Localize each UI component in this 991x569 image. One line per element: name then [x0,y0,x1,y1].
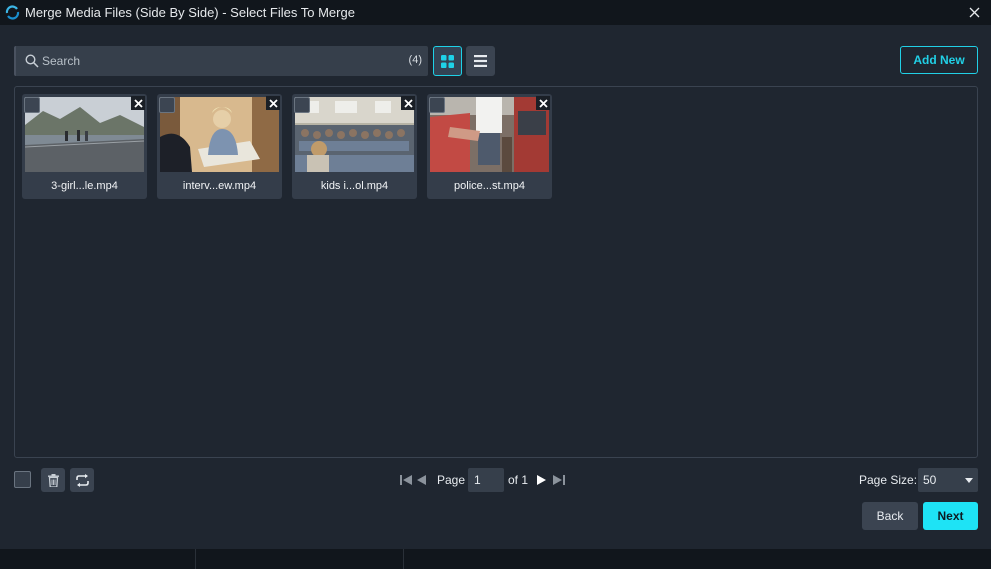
first-page-icon[interactable] [400,468,414,492]
file-checkbox[interactable] [24,97,40,113]
file-tile[interactable]: kids i...ol.mp4 [292,94,417,199]
refresh-button[interactable] [70,468,94,492]
video-thumbnail [160,97,279,172]
title-bar: Merge Media Files (Side By Side) - Selec… [0,0,991,25]
app-logo-icon [5,5,20,20]
video-thumbnail [295,97,414,172]
page-size-value: 50 [923,473,937,487]
video-thumbnail [25,97,144,172]
page-number-input[interactable] [468,468,504,492]
file-tile[interactable]: interv...ew.mp4 [157,94,282,199]
search-icon [25,54,39,68]
status-divider [195,549,196,569]
next-page-icon[interactable] [536,468,550,492]
status-bar [0,549,991,569]
file-name: kids i...ol.mp4 [320,180,389,192]
file-tile[interactable]: police...st.mp4 [427,94,552,199]
status-divider [403,549,404,569]
refresh-icon [75,473,89,487]
chevron-down-icon [965,478,973,483]
file-name: 3-girl...le.mp4 [51,180,118,192]
list-view-button[interactable] [466,46,495,76]
file-grid: 3-girl...le.mp4 interv...ew.mp4 kids i..… [14,86,978,458]
file-checkbox[interactable] [429,97,445,113]
file-name: interv...ew.mp4 [182,180,257,192]
previous-page-icon[interactable] [416,468,430,492]
select-all-checkbox[interactable] [14,471,31,488]
remove-file-icon[interactable] [131,96,145,110]
search-box: (4) [14,46,428,76]
delete-button[interactable] [41,468,65,492]
add-new-button[interactable]: Add New [900,46,978,74]
list-icon [474,55,487,67]
video-thumbnail [430,97,549,172]
remove-file-icon[interactable] [401,96,415,110]
page-size-select[interactable]: 50 [918,468,978,492]
file-tile[interactable]: 3-girl...le.mp4 [22,94,147,199]
file-name: police...st.mp4 [454,180,525,192]
back-button[interactable]: Back [862,502,918,530]
file-checkbox[interactable] [159,97,175,113]
page-label: Page [437,473,466,487]
trash-icon [47,473,59,487]
result-count: (4) [408,54,422,66]
close-icon[interactable] [965,3,983,21]
remove-file-icon[interactable] [536,96,550,110]
grid-view-button[interactable] [433,46,462,76]
next-button[interactable]: Next [923,502,978,530]
page-size-label: Page Size: [859,473,918,487]
grid-icon [441,54,454,68]
file-checkbox[interactable] [294,97,310,113]
remove-file-icon[interactable] [266,96,280,110]
page-total: of 1 [508,473,529,487]
last-page-icon[interactable] [552,468,566,492]
search-input[interactable] [42,46,402,76]
window-title: Merge Media Files (Side By Side) - Selec… [25,5,355,20]
